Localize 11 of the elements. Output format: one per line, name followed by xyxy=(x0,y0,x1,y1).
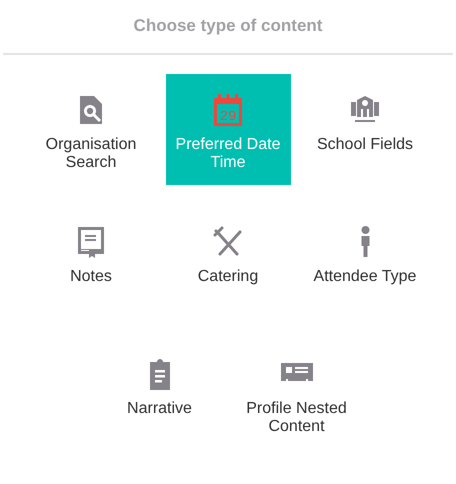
person-icon xyxy=(360,226,370,258)
dialog-title: Choose type of content xyxy=(132,15,324,37)
content-type-option[interactable]: Catering xyxy=(166,206,290,317)
content-type-option[interactable]: Organisation Search xyxy=(28,74,154,185)
content-type-option[interactable]: School Fields xyxy=(302,74,428,185)
content-type-option[interactable]: Narrative xyxy=(97,338,222,449)
content-type-option[interactable]: Attendee Type xyxy=(302,206,428,317)
fork-knife-icon xyxy=(212,226,244,258)
content-type-option[interactable]: Profile Nested Content xyxy=(234,338,359,449)
book-icon xyxy=(75,226,107,258)
content-type-option[interactable]: Notes xyxy=(28,206,154,317)
